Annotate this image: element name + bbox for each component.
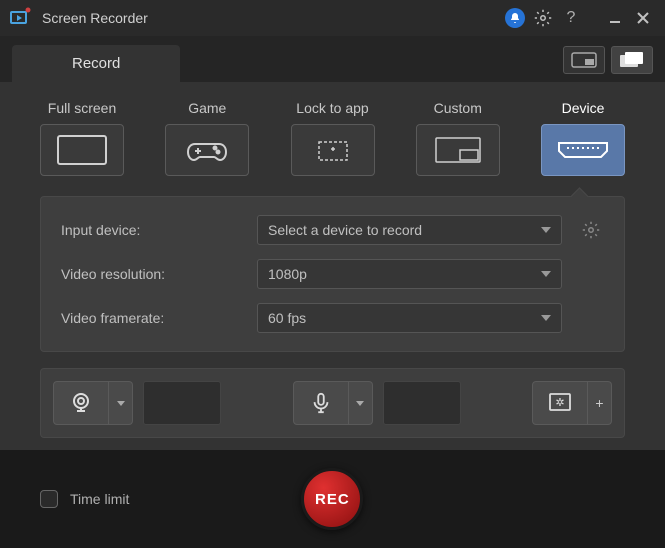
timelimit-label: Time limit: [70, 491, 129, 507]
capture-label-game: Game: [188, 100, 226, 116]
minimize-icon: [608, 11, 622, 25]
webcam-preview: [143, 381, 221, 425]
overlay-button[interactable]: ✲: [532, 381, 588, 425]
mic-button[interactable]: [293, 381, 349, 425]
framerate-label: Video framerate:: [61, 310, 241, 326]
bell-icon: [505, 8, 525, 28]
bottom-bar: Time limit REC: [0, 450, 665, 548]
question-icon: ?: [567, 9, 576, 27]
gear-icon: [582, 221, 600, 239]
microphone-icon: [310, 391, 332, 415]
capture-label-device: Device: [562, 100, 605, 116]
source-toolbar: ✲ +: [40, 368, 625, 438]
single-window-button[interactable]: [563, 46, 605, 74]
app-logo-icon: [8, 6, 32, 30]
resolution-dropdown[interactable]: 1080p: [257, 259, 562, 289]
gear-icon: [534, 9, 552, 27]
capture-lock-button[interactable]: [291, 124, 375, 176]
framerate-value: 60 fps: [268, 310, 306, 326]
titlebar: Screen Recorder ?: [0, 0, 665, 36]
mic-preview: [383, 381, 461, 425]
game-controller-icon: [185, 136, 229, 164]
notification-button[interactable]: [501, 4, 529, 32]
capture-game-button[interactable]: [165, 124, 249, 176]
capture-modes: Full screen Game Lock to app Custom Devi…: [40, 100, 625, 176]
webcam-menu-button[interactable]: [109, 381, 133, 425]
settings-button[interactable]: [529, 4, 557, 32]
resolution-value: 1080p: [268, 266, 307, 282]
overlay-add-button[interactable]: +: [588, 381, 612, 425]
capture-custom-button[interactable]: [416, 124, 500, 176]
capture-label-custom: Custom: [434, 100, 482, 116]
capture-label-fullscreen: Full screen: [48, 100, 116, 116]
input-device-value: Select a device to record: [268, 222, 422, 238]
close-icon: [636, 11, 650, 25]
fullscreen-icon: [56, 134, 108, 166]
input-device-label: Input device:: [61, 222, 241, 238]
overlay-icon: ✲: [548, 392, 572, 414]
capture-fullscreen-button[interactable]: [40, 124, 124, 176]
webcam-button[interactable]: [53, 381, 109, 425]
webcam-icon: [69, 391, 93, 415]
close-button[interactable]: [629, 4, 657, 32]
record-label: REC: [315, 491, 350, 508]
framerate-dropdown[interactable]: 60 fps: [257, 303, 562, 333]
help-button[interactable]: ?: [557, 4, 585, 32]
app-title: Screen Recorder: [42, 10, 501, 26]
custom-region-icon: [432, 134, 484, 166]
chevron-down-icon: [541, 271, 551, 277]
device-settings-panel: Input device: Select a device to record …: [40, 196, 625, 352]
single-window-icon: [571, 52, 597, 68]
minimize-button[interactable]: [601, 4, 629, 32]
timelimit-checkbox[interactable]: [40, 490, 58, 508]
plus-icon: +: [595, 395, 603, 411]
lock-app-icon: [307, 134, 359, 166]
capture-device-button[interactable]: [541, 124, 625, 176]
multi-window-button[interactable]: [611, 46, 653, 74]
hdmi-icon: [555, 137, 611, 163]
multi-window-icon: [619, 51, 645, 69]
input-device-dropdown[interactable]: Select a device to record: [257, 215, 562, 245]
chevron-down-icon: [356, 401, 364, 406]
main-content: Full screen Game Lock to app Custom Devi…: [0, 82, 665, 450]
svg-text:✲: ✲: [555, 397, 564, 409]
tab-bar: Record: [0, 36, 665, 82]
resolution-label: Video resolution:: [61, 266, 241, 282]
tab-record[interactable]: Record: [12, 45, 180, 82]
mic-menu-button[interactable]: [349, 381, 373, 425]
capture-label-lock: Lock to app: [296, 100, 368, 116]
input-device-settings-button[interactable]: [578, 217, 604, 243]
chevron-down-icon: [117, 401, 125, 406]
chevron-down-icon: [541, 227, 551, 233]
chevron-down-icon: [541, 315, 551, 321]
